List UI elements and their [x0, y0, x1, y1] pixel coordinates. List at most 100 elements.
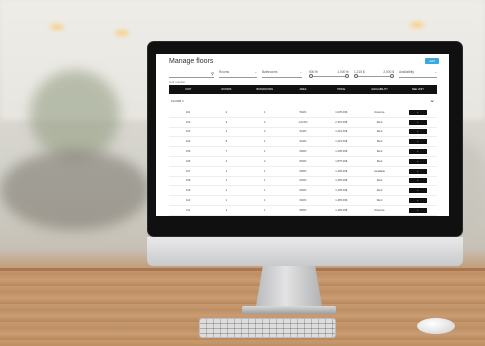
- desk-edge: [0, 268, 485, 271]
- background-furniture: [0, 150, 150, 230]
- cell-unit: 101: [185, 110, 191, 114]
- slider-track: [354, 76, 394, 77]
- cell-price: 2,315.00$: [335, 120, 348, 124]
- see-unit-cell: ›: [399, 207, 437, 213]
- cell-price: 1,465.00$: [335, 199, 348, 203]
- table-row: 101 2 1 564ft² 1,035.00$ Reserve ›: [169, 108, 437, 118]
- cell-price: 1,465.00$: [335, 179, 348, 183]
- add-button[interactable]: Add: [425, 58, 439, 64]
- rooms-dropdown[interactable]: Rooms ⌄: [219, 70, 257, 78]
- cell-baths: 2: [263, 130, 266, 134]
- table-row: 111 1 1 565ft² 1,465.00$ Reserve ›: [169, 206, 437, 216]
- cell-baths: 1: [263, 140, 266, 144]
- slider-handle[interactable]: [390, 74, 394, 78]
- see-unit-button[interactable]: ›: [408, 178, 427, 184]
- cell-area: 684ft²: [299, 150, 307, 154]
- search-field[interactable]: ⚲: [169, 70, 214, 84]
- see-unit-cell: ›: [399, 149, 437, 155]
- cell-baths: 1: [263, 150, 266, 154]
- chevron-down-icon: ⌄: [299, 70, 302, 74]
- cell-unit: 110: [185, 199, 191, 203]
- cell-unit: 106: [185, 159, 191, 163]
- see-unit-button[interactable]: ›: [408, 129, 427, 135]
- page-title: Manage floors: [169, 58, 214, 65]
- cell-unit: 108: [185, 179, 191, 183]
- cell-availability: Rent: [376, 159, 383, 163]
- area-slider[interactable]: 500 ft² 1,000 ft²: [309, 70, 349, 78]
- table-row: 105 7 1 684ft² 1,405.00$ Rent ›: [169, 147, 437, 157]
- cell-price: 1,405.00$: [335, 189, 348, 193]
- monitor-stand-base: [242, 306, 336, 314]
- cell-availability: Rent: [376, 199, 383, 203]
- cell-baths: 1: [263, 208, 266, 212]
- cell-area: 804ft²: [299, 159, 307, 163]
- see-unit-cell: ›: [399, 109, 437, 115]
- see-unit-cell: ›: [399, 188, 437, 194]
- see-unit-button[interactable]: ›: [408, 198, 427, 204]
- search-input[interactable]: [169, 80, 207, 84]
- chevron-down-icon[interactable]: ⌄: [429, 96, 435, 104]
- cell-rooms: 1: [225, 199, 228, 203]
- slider-handle[interactable]: [354, 74, 358, 78]
- column-header: AVAILABILITY: [371, 88, 388, 91]
- monitor-chin: [147, 237, 463, 266]
- cell-price: 1,405.00$: [335, 169, 348, 173]
- cell-baths: 1: [263, 169, 266, 173]
- cell-availability: Rent: [376, 130, 383, 134]
- column-header: ROOMS: [221, 88, 232, 91]
- cell-rooms: 2: [225, 110, 228, 114]
- cell-availability: Reserve: [374, 110, 385, 114]
- column-header: BATHROOMS: [256, 88, 273, 91]
- cell-unit: 105: [185, 150, 191, 154]
- table-body: 101 2 1 564ft² 1,035.00$ Reserve › 102 3 2 1,021ft…: [169, 108, 437, 216]
- table-row: 110 1 1 602ft² 1,465.00$ Rent ›: [169, 196, 437, 206]
- see-unit-cell: ›: [399, 198, 437, 204]
- see-unit-cell: ›: [399, 129, 437, 135]
- cell-rooms: 3: [225, 120, 228, 124]
- filter-bar: ⚲ Rooms ⌄ Bathrooms ⌄ 500 ft² 1,000 ft² …: [156, 68, 449, 84]
- table-row: 104 8 1 524ft² 1,215.00$ Rent ›: [169, 137, 437, 148]
- cell-area: 694ft²: [299, 189, 307, 193]
- floor-group-label: FLOOR 1: [171, 99, 184, 103]
- see-unit-cell: ›: [399, 139, 437, 145]
- slider-handle[interactable]: [309, 74, 313, 78]
- chevron-down-icon: ⌄: [254, 70, 257, 74]
- see-unit-button[interactable]: ›: [408, 168, 427, 174]
- cell-rooms: 7: [225, 150, 228, 154]
- cell-area: 564ft²: [299, 110, 307, 114]
- cell-price: 1,875.00$: [335, 159, 348, 163]
- see-unit-button[interactable]: ›: [408, 158, 427, 164]
- cell-availability: Rent: [376, 140, 383, 144]
- header-bar: Manage floors Add: [156, 54, 449, 68]
- background-light: [50, 24, 64, 30]
- cell-rooms: 2: [225, 159, 228, 163]
- cell-area: 684ft²: [299, 169, 307, 173]
- see-unit-button[interactable]: ›: [408, 188, 427, 194]
- see-unit-button[interactable]: ›: [408, 207, 427, 213]
- cell-baths: 1: [263, 110, 266, 114]
- see-unit-button[interactable]: ›: [408, 139, 427, 145]
- cell-baths: 1: [263, 199, 266, 203]
- rooms-label: Rooms: [219, 70, 230, 74]
- cell-availability: Available: [374, 169, 385, 173]
- keyboard: [199, 318, 336, 338]
- cell-area: 565ft²: [299, 208, 307, 212]
- cell-unit: 107: [185, 169, 191, 173]
- column-header: SEE UNIT: [411, 88, 424, 91]
- slider-track: [309, 76, 349, 77]
- availability-dropdown[interactable]: Availability ⌄: [399, 70, 437, 78]
- slider-handle[interactable]: [345, 74, 349, 78]
- cell-area: 1,021ft²: [298, 120, 308, 124]
- see-unit-button[interactable]: ›: [408, 109, 427, 115]
- bathrooms-dropdown[interactable]: Bathrooms ⌄: [262, 70, 302, 78]
- price-slider[interactable]: 1,215 $ 2,000 $: [354, 70, 394, 78]
- cell-price: 1,035.00$: [335, 110, 348, 114]
- floor-group-header[interactable]: FLOOR 1 ⌄: [169, 97, 437, 106]
- see-unit-button[interactable]: ›: [408, 149, 427, 155]
- column-header: PRICE: [337, 88, 346, 91]
- availability-label: Availability: [399, 70, 415, 74]
- table-row: 103 4 2 524ft² 1,215.00$ Rent ›: [169, 128, 437, 138]
- see-unit-button[interactable]: ›: [408, 119, 427, 125]
- see-unit-cell: ›: [399, 178, 437, 184]
- search-icon[interactable]: ⚲: [211, 71, 214, 76]
